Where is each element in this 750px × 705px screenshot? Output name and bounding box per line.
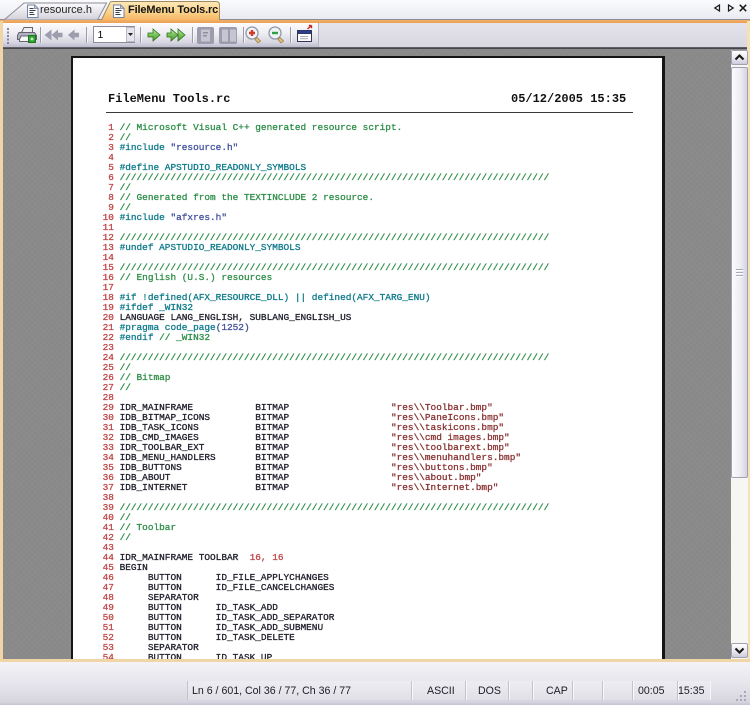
svg-text:1: 1: [98, 29, 104, 41]
